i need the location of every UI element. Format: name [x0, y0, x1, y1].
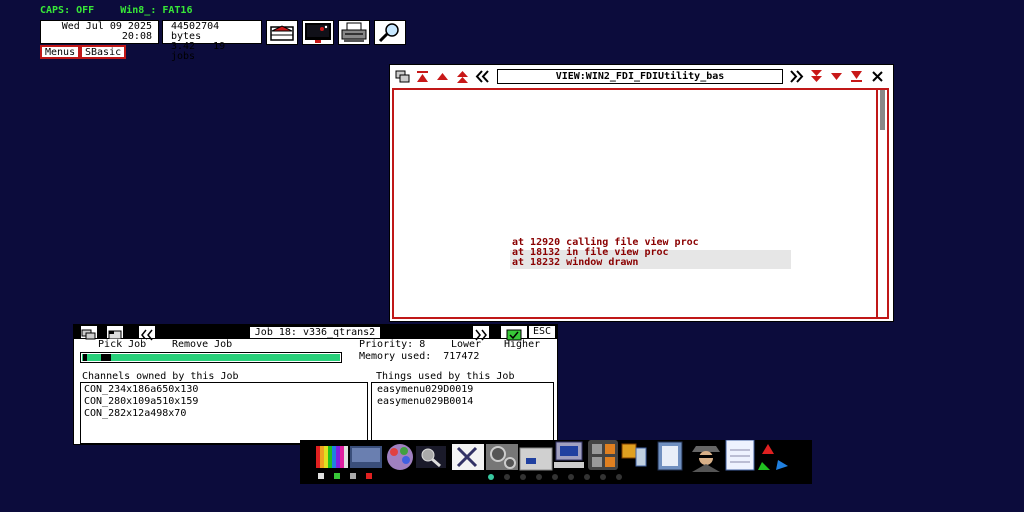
monitor-button[interactable]	[302, 20, 334, 45]
view-down-button[interactable]	[829, 69, 844, 84]
memory-box: 44502704 bytes 3.42 19 jobs	[162, 20, 262, 62]
remove-job-label: Remove Job	[172, 339, 233, 350]
job-progress-marker	[83, 354, 87, 361]
recycle-icon[interactable]	[758, 444, 788, 470]
menus-button[interactable]: Menus	[40, 45, 81, 59]
job-right-button[interactable]	[473, 326, 489, 341]
job-progress-fill	[82, 354, 340, 361]
channels-label: Channels owned by this Job	[82, 371, 239, 382]
pick-job-button[interactable]: PPick Job	[98, 339, 147, 350]
dock-mini-icons	[318, 473, 372, 479]
resize-icon	[81, 329, 96, 340]
page-down-icon	[811, 70, 822, 82]
job-resize-button[interactable]	[81, 326, 97, 340]
palette-icon[interactable]	[316, 446, 348, 468]
tray-icon	[270, 25, 294, 41]
view-left-button[interactable]	[475, 69, 490, 84]
computer-icon[interactable]	[554, 441, 584, 468]
job-left-button[interactable]	[139, 326, 155, 341]
job-title: Job 18: v336_qtrans2	[250, 327, 380, 338]
resize-icon	[395, 70, 410, 83]
drive-status: Win8_: FAT16	[120, 5, 193, 16]
job-window: Job 18: v336_qtrans2 ESC PPick Job Remov…	[73, 324, 558, 445]
tools-icon[interactable]	[452, 444, 484, 470]
clock-time: 20:08	[121, 31, 152, 42]
view-title: VIEW:WIN2_FDI_FDIUtility_bas	[497, 69, 783, 84]
paint-icon[interactable]	[387, 444, 413, 470]
job-ok-button[interactable]	[501, 326, 527, 341]
printer-button[interactable]	[338, 20, 370, 45]
page-up-icon	[457, 71, 468, 83]
tray-button[interactable]	[266, 20, 298, 45]
dock-icons	[316, 439, 788, 480]
thing-item[interactable]: easymenu029D0019	[377, 385, 473, 395]
priority-label: Priority: 8	[359, 339, 426, 350]
printer-icon	[341, 22, 367, 42]
channel-item[interactable]: CON_280x109a510x159	[84, 397, 198, 407]
higher-priority-button[interactable]: Higher	[504, 340, 540, 350]
archive-icon[interactable]	[621, 443, 647, 467]
double-left-icon	[475, 70, 489, 83]
view-window: VIEW:WIN2_FDI_FDIUtility_bas at 12920 ca…	[389, 64, 894, 322]
pick-job-label: Pick Job	[98, 339, 147, 350]
clock-box: Wed Jul 09 2025 20:08	[40, 20, 159, 44]
job-titlebar: Job 18: v336_qtrans2 ESC	[74, 325, 557, 341]
view-close-button[interactable]	[870, 69, 885, 84]
double-right-icon	[790, 70, 804, 83]
channel-item[interactable]: CON_234x186a650x130	[84, 385, 198, 395]
job-esc-button[interactable]: ESC	[529, 326, 555, 338]
view-bottom-button[interactable]	[849, 69, 864, 84]
arrow-up-icon	[437, 73, 448, 80]
view-pagedown-button[interactable]	[809, 69, 824, 84]
scroll-bottom-icon	[851, 71, 862, 82]
monitor-icon	[305, 23, 331, 43]
arrow-down-icon	[831, 73, 842, 80]
display-icon[interactable]	[350, 446, 382, 468]
status-line: CAPS: OFF Win8_: FAT16	[40, 5, 212, 16]
view-top-button[interactable]	[415, 69, 430, 84]
thing-item[interactable]: easymenu029B0014	[377, 397, 473, 407]
clipboard-icon[interactable]	[657, 441, 683, 471]
magnifier-button[interactable]	[374, 20, 406, 45]
gears-icon[interactable]	[486, 444, 518, 470]
things-label: Things used by this Job	[376, 371, 515, 382]
view-right-button[interactable]	[789, 69, 804, 84]
memory-bytes: 44502704 bytes	[171, 21, 220, 42]
view-content: at 12920 calling file view proc at 18132…	[392, 88, 889, 319]
view-scroll-separator	[876, 89, 878, 318]
lower-priority-button[interactable]: Lower	[451, 340, 481, 350]
sbasic-button[interactable]: SBasic	[80, 45, 127, 59]
view-up-button[interactable]	[435, 69, 450, 84]
calculator-icon[interactable]	[588, 440, 618, 470]
remove-job-button[interactable]: Remove Job	[172, 340, 232, 350]
job-progress-marker	[101, 354, 111, 361]
magnifier-icon	[378, 23, 399, 43]
view-line: at 18232 window drawn	[512, 257, 639, 268]
drive-icon[interactable]	[519, 447, 553, 471]
dock	[300, 439, 812, 484]
scroll-top-icon	[417, 71, 428, 82]
dock-page-dots[interactable]	[488, 474, 622, 480]
job-progress-bar	[80, 352, 342, 363]
close-icon	[872, 71, 883, 82]
channels-list[interactable]: CON_234x186a650x130 CON_280x109a510x159 …	[80, 382, 368, 444]
view-pageup-button[interactable]	[455, 69, 470, 84]
view-scrollbar[interactable]	[880, 90, 885, 130]
notepad-icon[interactable]	[725, 439, 755, 471]
view-resize-button[interactable]	[395, 69, 410, 84]
job-move-button[interactable]	[107, 326, 123, 340]
search-icon[interactable]	[416, 446, 446, 468]
things-list[interactable]: easymenu029D0019 easymenu029B0014	[371, 382, 554, 444]
caps-status: CAPS: OFF	[40, 5, 95, 16]
channel-item[interactable]: CON_282x12a498x70	[84, 409, 186, 419]
spy-icon[interactable]	[692, 446, 720, 472]
memory-used-label: Memory used: 717472	[359, 351, 480, 362]
